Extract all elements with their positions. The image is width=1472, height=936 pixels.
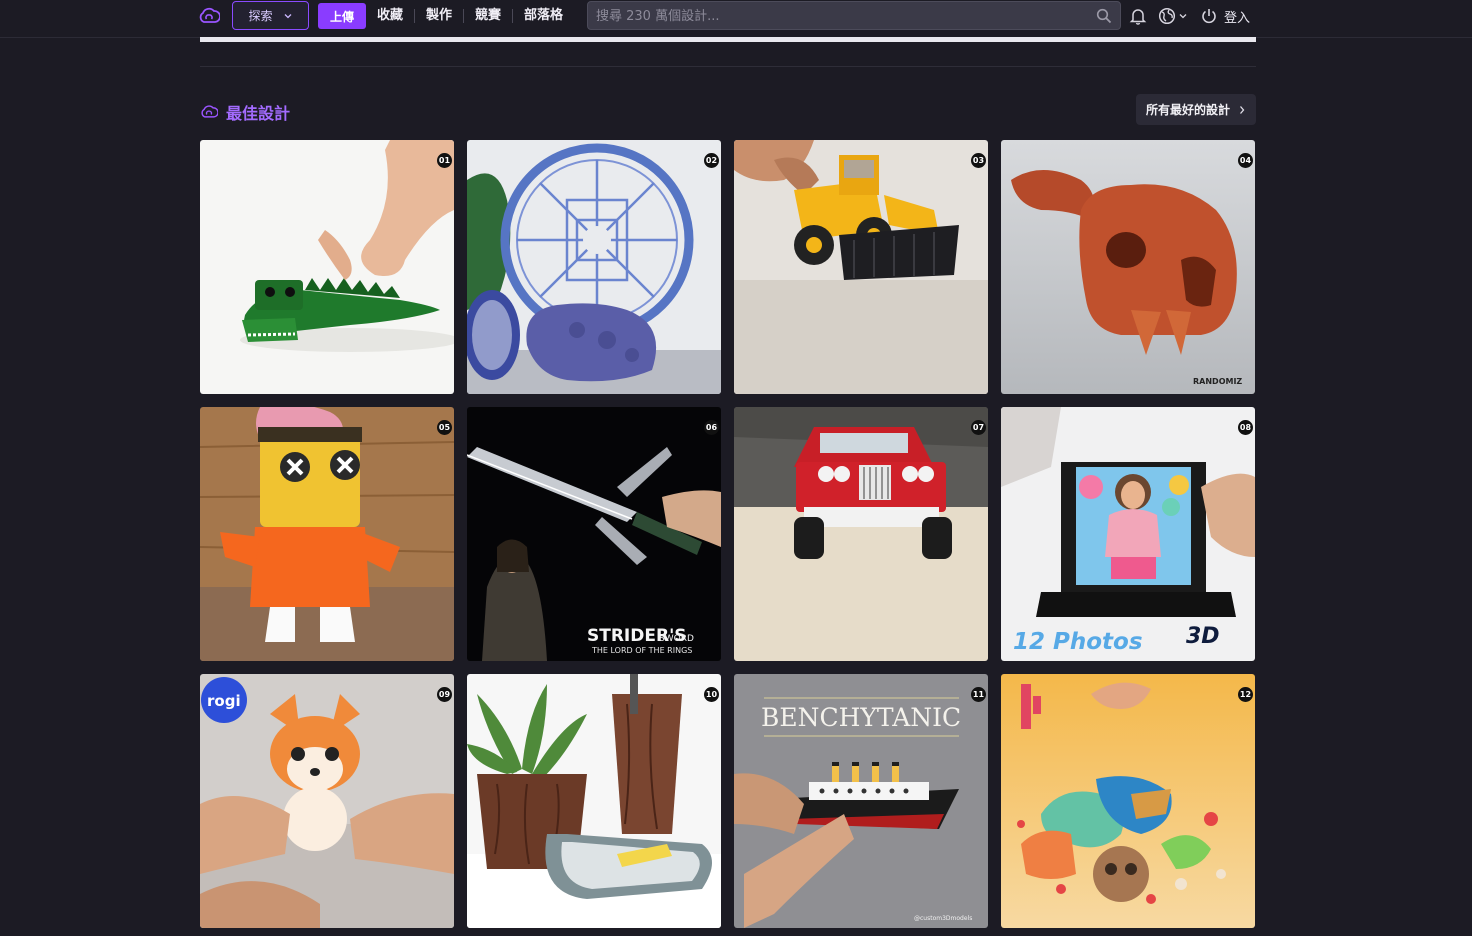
chevron-down-icon [284, 13, 291, 18]
design-card[interactable]: 05 [200, 407, 454, 661]
design-card[interactable]: BENCHYTANIC @custom3Dmodels 11 [734, 674, 988, 928]
search-box [587, 1, 1121, 30]
design-card[interactable]: 10 [467, 674, 721, 928]
design-card[interactable]: RANDOMIZ 04 [1001, 140, 1255, 394]
nav-makes[interactable]: 製作 [415, 9, 465, 23]
design-card[interactable]: 02 [467, 140, 721, 394]
chevron-right-icon [1240, 105, 1245, 114]
explore-label: 探索 [248, 9, 273, 23]
power-icon [1202, 9, 1216, 24]
globe-icon [1158, 7, 1176, 25]
design-thumbnail: STRIDER'S SWORD THE LORD OF THE RINGS [467, 407, 721, 661]
nav-blog[interactable]: 部落格 [513, 9, 574, 23]
explore-dropdown-button[interactable]: 探索 [232, 1, 309, 30]
design-card[interactable]: 12 Photos 3D 08 [1001, 407, 1255, 661]
upload-button[interactable]: 上傳 [318, 3, 366, 29]
design-thumbnail [200, 407, 454, 661]
design-card[interactable]: STRIDER'S SWORD THE LORD OF THE RINGS 06 [467, 407, 721, 661]
design-thumbnail [467, 140, 721, 394]
channel-logo-text: rogi [207, 692, 241, 710]
design-thumbnail [467, 674, 721, 928]
rank-badge: 03 [971, 153, 986, 168]
login-button[interactable]: 登入 [1200, 4, 1250, 28]
design-card[interactable]: 12 [1001, 674, 1255, 928]
rank-badge: 10 [704, 687, 719, 702]
design-card[interactable]: rogi 09 [200, 674, 454, 928]
design-thumbnail: rogi [200, 674, 454, 928]
rank-badge: 04 [1238, 153, 1253, 168]
rank-badge: 11 [971, 687, 986, 702]
rank-badge: 08 [1238, 420, 1253, 435]
design-thumbnail: RANDOMIZ [1001, 140, 1255, 394]
rank-badge: 01 [437, 153, 452, 168]
cults-logo-icon [201, 105, 218, 118]
nav-collections[interactable]: 收藏 [366, 9, 416, 23]
design-card[interactable]: 07 [734, 407, 988, 661]
rank-badge: 05 [437, 420, 452, 435]
caption-text: 12 Photos [1013, 629, 1143, 655]
cults-logo-icon[interactable] [198, 5, 220, 27]
language-selector[interactable] [1158, 7, 1192, 25]
design-thumbnail [200, 140, 454, 394]
rank-badge: 09 [437, 687, 452, 702]
all-best-designs-label: 所有最好的設計 [1145, 103, 1230, 117]
design-thumbnail [734, 140, 988, 394]
bell-icon[interactable] [1129, 7, 1147, 25]
chevron-down-icon [1179, 14, 1187, 19]
watermark-text: @custom3Dmodels [914, 915, 972, 922]
watermark-text: RANDOMIZ [1193, 377, 1242, 386]
rank-badge: 07 [971, 420, 986, 435]
design-thumbnail [1001, 674, 1255, 928]
search-input[interactable] [596, 6, 1086, 26]
rank-badge: 02 [704, 153, 719, 168]
best-designs-heading: 最佳設計 [200, 100, 290, 124]
login-label: 登入 [1224, 10, 1251, 26]
all-best-designs-button[interactable]: 所有最好的設計 [1136, 94, 1256, 125]
search-icon[interactable] [1096, 8, 1112, 24]
caption-text: BENCHYTANIC [761, 703, 961, 732]
previous-section-bottom-edge [200, 37, 1256, 42]
design-card[interactable]: 01 [200, 140, 454, 394]
design-thumbnail: 12 Photos 3D [1001, 407, 1255, 661]
main-nav: 收藏 製作 競賽 部落格 [366, 3, 574, 29]
brand-logo-text: 3D [1186, 624, 1220, 649]
top-navigation-bar: 探索 上傳 收藏 製作 競賽 部落格 登入 [0, 0, 1472, 38]
design-thumbnail: BENCHYTANIC @custom3Dmodels [734, 674, 988, 928]
rank-badge: 12 [1238, 687, 1253, 702]
nav-contests[interactable]: 競賽 [464, 9, 514, 23]
caption-text: SWORD [659, 634, 694, 644]
rank-badge: 06 [704, 420, 719, 435]
caption-text: THE LORD OF THE RINGS [591, 646, 692, 655]
section-title: 最佳設計 [226, 104, 291, 123]
section-divider [200, 66, 1256, 67]
design-thumbnail [734, 407, 988, 661]
design-card[interactable]: 03 [734, 140, 988, 394]
